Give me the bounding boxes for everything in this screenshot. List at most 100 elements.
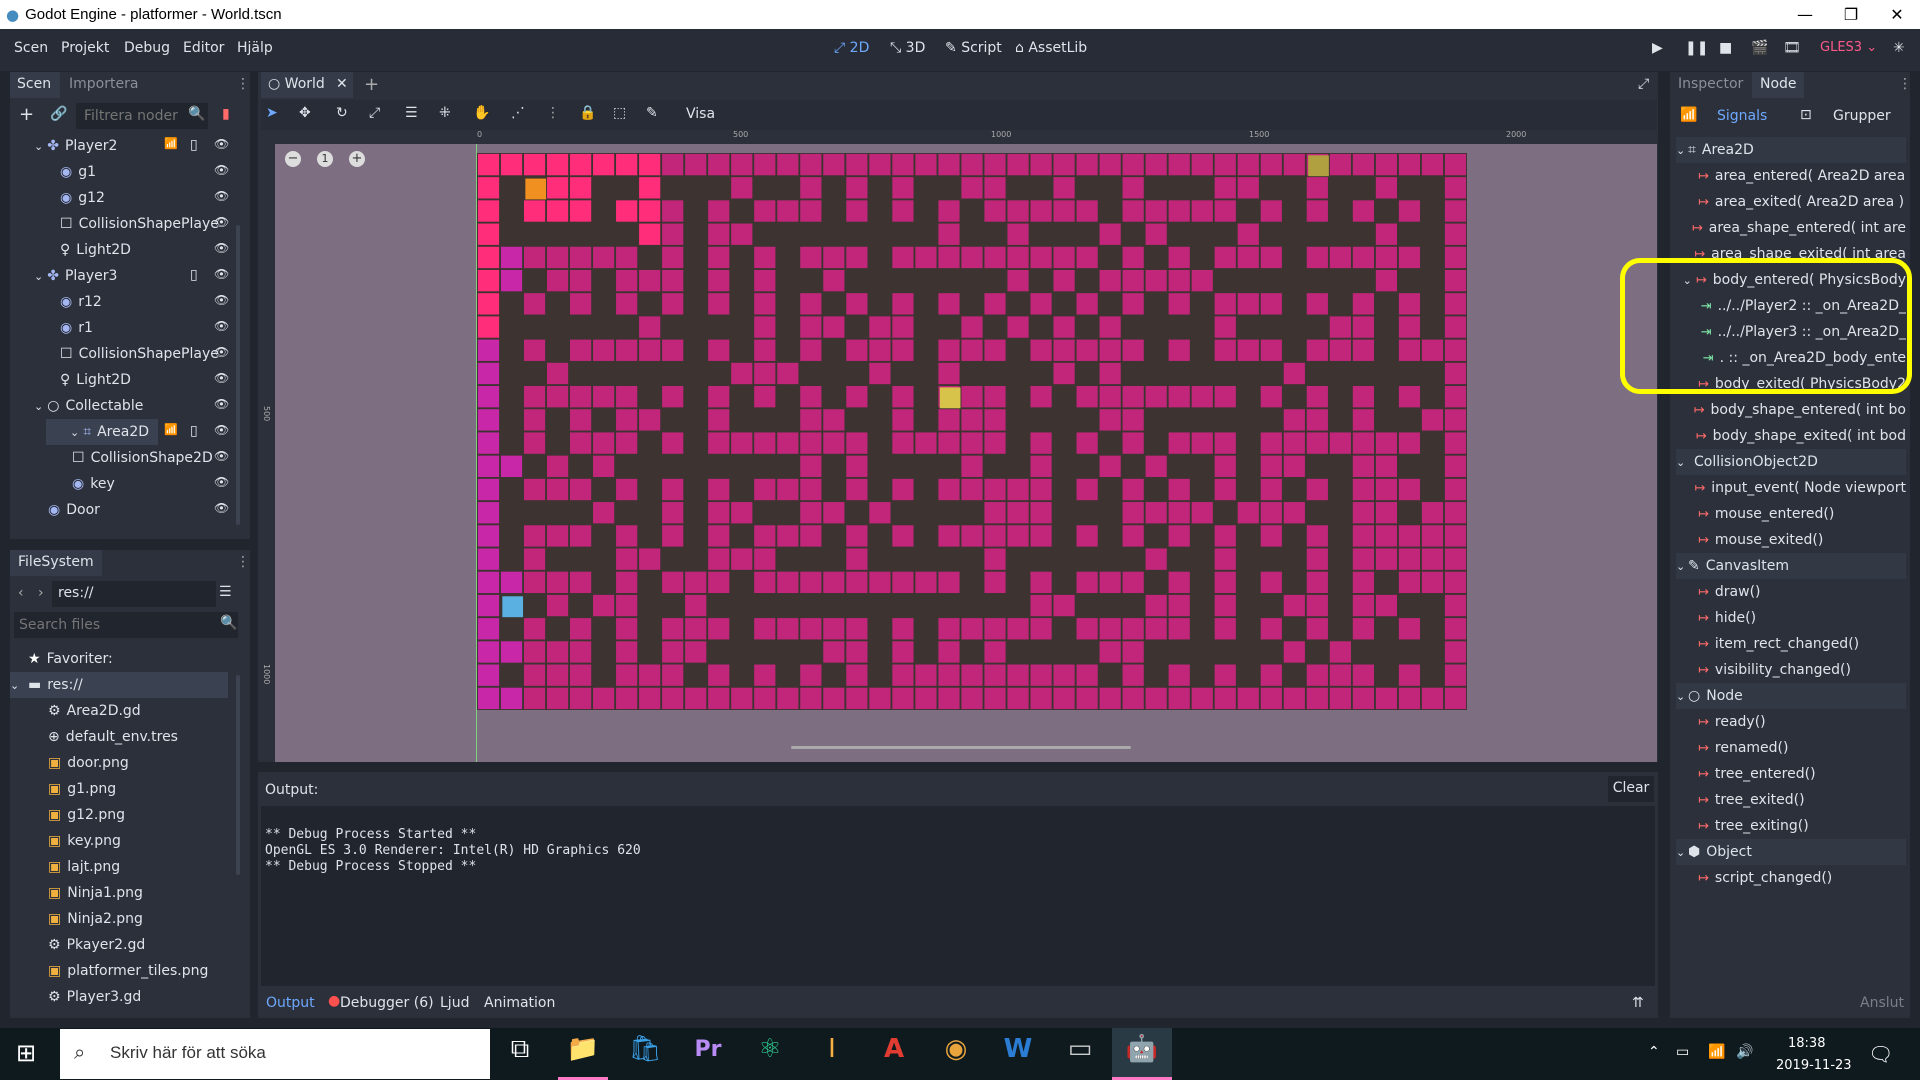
signal-item[interactable]: ↦ tree_exiting() — [1676, 813, 1906, 839]
mode-script-button[interactable]: ✎ Script — [945, 40, 1002, 56]
forward-icon[interactable]: › — [38, 585, 44, 601]
fs-item[interactable]: ▣ g12.png — [10, 802, 228, 828]
new-tab-icon[interactable]: + — [364, 74, 379, 95]
lock-icon[interactable]: 🔒 — [579, 105, 596, 121]
terminal-icon[interactable]: ▭ — [1060, 1029, 1100, 1069]
snap-icon[interactable]: ⋰ — [511, 105, 525, 121]
chevron-down-icon[interactable]: ⌄ — [1676, 456, 1688, 469]
visibility-eye-icon[interactable]: 👁 — [214, 475, 229, 489]
signal-item[interactable]: ↦ mouse_entered() — [1676, 501, 1906, 527]
visibility-eye-icon[interactable]: 👁 — [214, 137, 229, 151]
fs-path-field[interactable]: res:// — [52, 581, 216, 607]
signal-item[interactable]: ↦ draw() — [1676, 579, 1906, 605]
file-explorer-icon[interactable]: 📁 — [563, 1029, 603, 1069]
chevron-down-icon[interactable]: ⌄ — [34, 140, 43, 153]
signal-item[interactable]: ↦ tree_entered() — [1676, 761, 1906, 787]
fs-item[interactable]: ⚙ Area2D.gd — [10, 698, 228, 724]
fs-item[interactable]: ⊕ default_env.tres — [10, 724, 228, 750]
taskbar-search[interactable]: ⌕ Skriv här för att söka — [60, 1029, 490, 1079]
clock-date[interactable]: 2019-11-23 — [1776, 1058, 1852, 1073]
close-tab-icon[interactable]: ✕ — [336, 76, 348, 92]
tab-node[interactable]: Node — [1760, 76, 1797, 92]
visibility-eye-icon[interactable]: 👁 — [214, 189, 229, 203]
scene-node-row[interactable]: ☐ CollisionShapePlaye — [10, 211, 230, 237]
key-sprite[interactable] — [939, 387, 961, 409]
menu-editor[interactable]: Editor — [183, 40, 224, 56]
select-tool-icon[interactable]: ➤ — [266, 105, 278, 121]
stop-icon[interactable]: ■ — [1719, 40, 1732, 56]
scale-tool-icon[interactable]: ⤢ — [369, 105, 380, 121]
mode-2d-button[interactable]: ⤢ 2D — [834, 40, 869, 56]
fs-item[interactable]: ▣ key.png — [10, 828, 228, 854]
play-custom-icon[interactable]: 🎞 — [1783, 40, 1801, 56]
canvas-viewport[interactable]: 0 500 1000 1500 2000 500 1000 − 1 + — [261, 130, 1657, 762]
tab-ljud[interactable]: Ljud — [440, 995, 469, 1011]
tab-world[interactable]: ○ World — [268, 76, 325, 92]
visibility-eye-icon[interactable]: 👁 — [214, 397, 229, 411]
visibility-eye-icon[interactable]: 👁 — [214, 371, 229, 385]
script-attached-icon[interactable]: ▯ — [190, 267, 198, 283]
group-icon[interactable]: ⬚ — [613, 105, 626, 121]
scene-node-row[interactable]: ◉ g12 — [10, 185, 230, 211]
signal-item[interactable]: ↦ body_shape_entered( int bo — [1676, 397, 1906, 423]
signal-category[interactable]: ⌄ ⬢ Object — [1676, 839, 1906, 865]
scene-scrollbar[interactable] — [236, 225, 240, 525]
atom-icon[interactable]: ⚛ — [750, 1029, 790, 1069]
chevron-down-icon[interactable]: ⌄ — [1676, 144, 1688, 157]
tab-debugger[interactable]: Debugger (6) — [340, 995, 434, 1011]
move-tool-icon[interactable]: ✥ — [299, 105, 311, 121]
scene-node-row[interactable]: ⌄ ○ Collectable — [10, 393, 230, 419]
menu-hjalp[interactable]: Hjälp — [237, 40, 273, 56]
signal-item[interactable]: ↦ input_event( Node viewport — [1676, 475, 1906, 501]
signal-item[interactable]: ↦ area_entered( Area2D area — [1676, 163, 1906, 189]
tab-output[interactable]: Output — [266, 995, 315, 1011]
chevron-down-icon[interactable]: ⌄ — [70, 426, 79, 439]
visibility-eye-icon[interactable]: 👁 — [214, 267, 229, 281]
signal-item[interactable]: ↦ body_shape_exited( int bod — [1676, 423, 1906, 449]
fs-menu-dots-icon[interactable]: ⋮ — [236, 554, 250, 570]
tray-chevron-icon[interactable]: ⌃ — [1648, 1044, 1660, 1060]
tilemap-maze[interactable] — [477, 153, 1467, 710]
visibility-eye-icon[interactable]: 👁 — [214, 163, 229, 177]
player-sprite[interactable] — [502, 596, 524, 618]
close-button[interactable]: ✕ — [1874, 0, 1920, 29]
fs-item[interactable]: ▣ lajt.png — [10, 854, 228, 880]
scene-node-row[interactable]: ♀ Light2D — [10, 237, 230, 263]
menu-debug[interactable]: Debug — [124, 40, 170, 56]
mode-assetlib-button[interactable]: ⌂ AssetLib — [1015, 40, 1087, 56]
door-sprite[interactable] — [1308, 155, 1329, 177]
scene-node-row[interactable]: ◉ Door — [10, 497, 230, 523]
signal-item[interactable]: ↦ renamed() — [1676, 735, 1906, 761]
chevron-down-icon[interactable]: ⌄ — [1676, 846, 1688, 859]
signal-item[interactable]: ↦ mouse_exited() — [1676, 527, 1906, 553]
notifications-icon[interactable]: 🗨 — [1868, 1042, 1893, 1066]
fs-item[interactable]: ▣ Ninja2.png — [10, 906, 228, 932]
pivot-tool-icon[interactable]: ⁜ — [439, 105, 451, 121]
skeleton-icon[interactable]: ✎ — [646, 105, 658, 121]
scene-node-row[interactable]: ☐ CollisionShapePlaye — [10, 341, 230, 367]
play-scene-icon[interactable]: 🎬 — [1751, 40, 1768, 56]
player-sprite[interactable] — [525, 178, 547, 200]
premiere-icon[interactable]: Pr — [688, 1029, 728, 1069]
pin-panel-icon[interactable]: ⇈ — [1632, 995, 1644, 1011]
signal-item[interactable]: ↦ area_shape_entered( int are — [1676, 215, 1906, 241]
h-scrollbar[interactable] — [791, 746, 1131, 749]
tab-filesystem[interactable]: FileSystem — [18, 554, 94, 570]
clear-button[interactable]: Clear — [1608, 776, 1654, 802]
tab-signals[interactable]: Signals — [1717, 108, 1767, 124]
signal-item[interactable]: ↦ tree_exited() — [1676, 787, 1906, 813]
signal-item[interactable]: ↦ hide() — [1676, 605, 1906, 631]
app-store-icon[interactable]: 🛍 — [625, 1029, 665, 1069]
script-attached-icon[interactable]: ▯ — [190, 423, 198, 439]
inkscape-icon[interactable]: Ⅰ — [812, 1029, 852, 1069]
fs-item[interactable]: ▣ g1.png — [10, 776, 228, 802]
visibility-eye-icon[interactable]: 👁 — [214, 319, 229, 333]
signal-connected-icon[interactable]: 📶 — [164, 423, 178, 436]
distraction-free-icon[interactable]: ⤢ — [1638, 76, 1649, 92]
word-icon[interactable]: W — [998, 1029, 1038, 1069]
acrobat-icon[interactable]: A — [874, 1029, 914, 1069]
signal-item[interactable]: ↦ script_changed() — [1676, 865, 1906, 891]
visibility-eye-icon[interactable]: 👁 — [214, 241, 229, 255]
signal-category[interactable]: ⌄ ○ Node — [1676, 683, 1906, 709]
signal-category[interactable]: ⌄ ⌗ Area2D — [1676, 137, 1906, 163]
